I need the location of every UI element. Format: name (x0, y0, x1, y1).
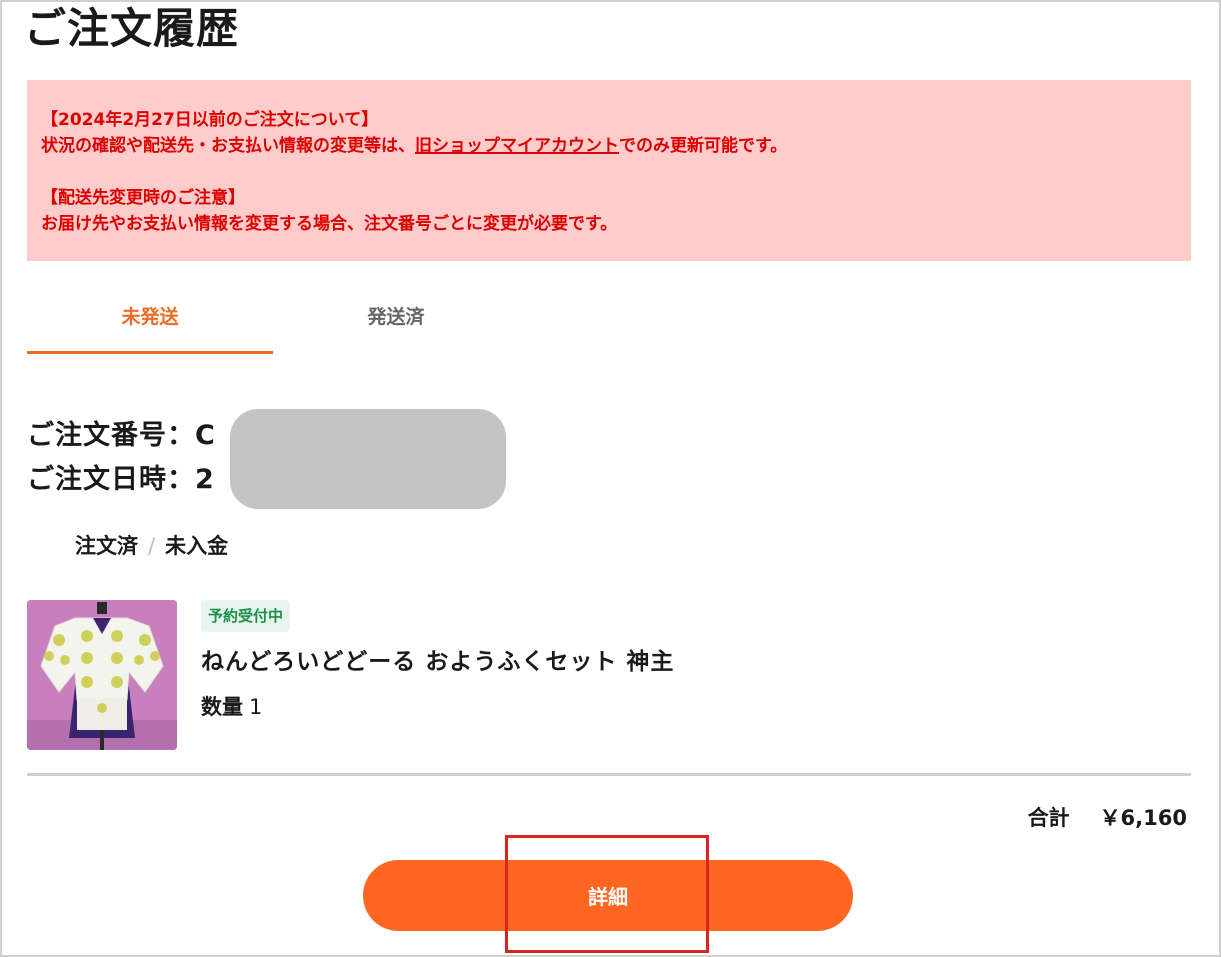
notice-banner: 【2024年2月27日以前のご注文について】 状況の確認や配送先・お支払い情報の… (27, 80, 1191, 261)
notice-line-shipping-change: 【配送先変更時のご注意】 (41, 188, 245, 208)
notice-line-update-info: 状況の確認や配送先・お支払い情報の変更等は、旧ショップマイアカウントでのみ更新可… (41, 133, 1191, 159)
order-date-value: 2 (195, 464, 215, 495)
order-number-value: C (195, 420, 216, 451)
old-shop-account-link[interactable]: 旧ショップマイアカウント (415, 136, 619, 156)
section-divider (27, 773, 1191, 776)
notice-line-per-order: お届け先やお支払い情報を変更する場合、注文番号ごとに変更が必要です。 (41, 214, 618, 234)
notice-text-before: 状況の確認や配送先・お支払い情報の変更等は、 (41, 136, 415, 156)
preorder-badge: 予約受付中 (201, 600, 291, 632)
costume-image (27, 600, 177, 750)
tab-unshipped[interactable]: 未発送 (27, 290, 273, 354)
quantity-label: 数量 (201, 695, 243, 719)
product-name[interactable]: ねんどろいどどーる おようふくセット 神主 (201, 645, 674, 679)
shipping-status-tabs: 未発送 発送済 (27, 290, 519, 354)
page-title: ご注文履歴 (24, 4, 240, 53)
order-number: ご注文番号：C (27, 414, 216, 458)
order-total: 合計 ￥6,160 (1028, 802, 1187, 834)
total-label: 合計 (1027, 806, 1070, 830)
status-order: 注文済 (75, 534, 138, 558)
order-date-label: ご注文日時： (27, 464, 195, 495)
status-separator: / (148, 534, 156, 558)
tab-shipped[interactable]: 発送済 (273, 290, 519, 354)
order-status: 注文済 / 未入金 (75, 530, 228, 562)
order-number-label: ご注文番号： (27, 420, 195, 451)
notice-spacer (41, 159, 1191, 185)
notice-line-old-orders: 【2024年2月27日以前のご注文について】 (41, 110, 379, 130)
total-value: ￥6,160 (1099, 806, 1187, 830)
notice-text-after: でのみ更新可能です。 (619, 136, 788, 156)
product-quantity: 数量 1 (201, 691, 262, 723)
redaction-mask (230, 409, 506, 509)
product-thumbnail[interactable] (27, 600, 177, 750)
quantity-value: 1 (249, 695, 263, 719)
order-date: ご注文日時：2 (27, 458, 216, 502)
status-payment: 未入金 (165, 534, 229, 558)
detail-button[interactable]: 詳細 (363, 860, 853, 931)
order-meta: ご注文番号：C ご注文日時：2 (27, 414, 216, 502)
